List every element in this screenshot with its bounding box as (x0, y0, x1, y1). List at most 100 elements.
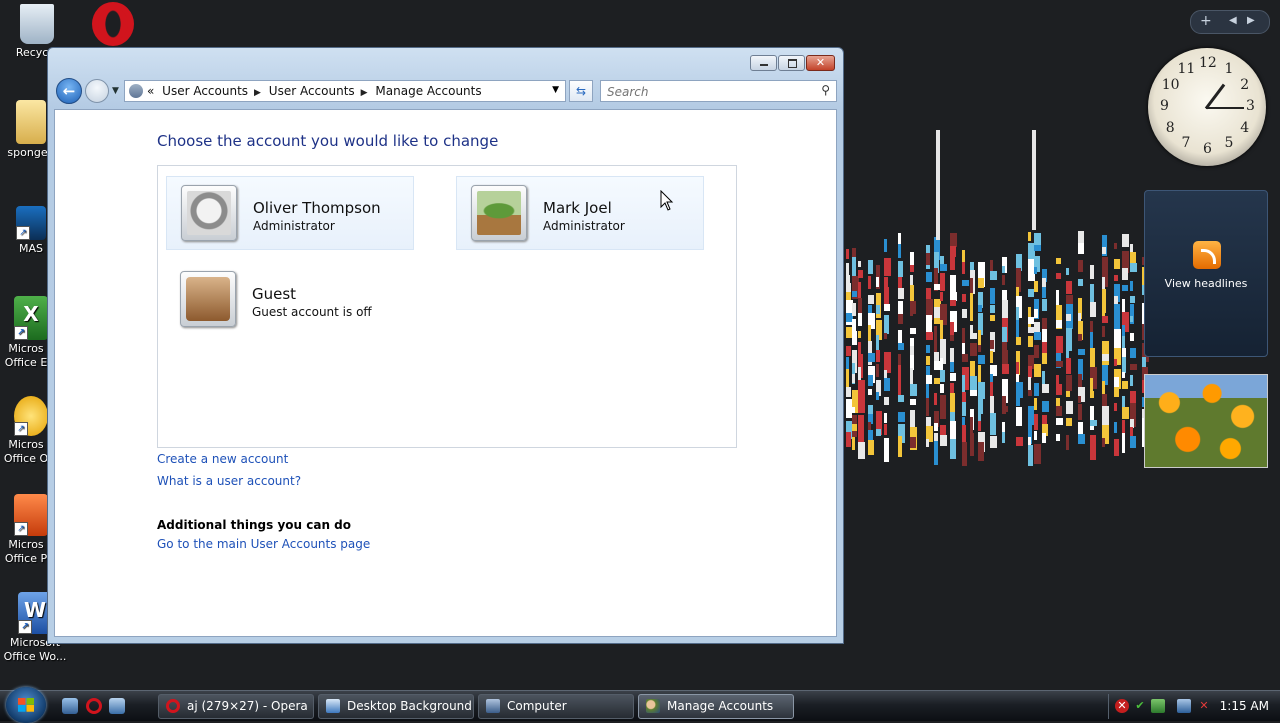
close-button[interactable]: ✕ (806, 55, 835, 71)
breadcrumb-user-accounts[interactable]: User Accounts (162, 84, 248, 98)
breadcrumb-manage-accounts[interactable]: Manage Accounts (375, 84, 481, 98)
wallpaper-stripe (1078, 404, 1082, 420)
breadcrumb-user-accounts-2[interactable]: User Accounts (269, 84, 355, 98)
wallpaper-stripe (1122, 357, 1126, 373)
wallpaper-stripe (884, 397, 889, 405)
breadcrumb-separator-icon[interactable]: ▶ (254, 88, 261, 98)
volume-muted-icon[interactable]: ✕ (1197, 699, 1211, 713)
breadcrumb-separator-icon[interactable]: ▶ (361, 88, 368, 98)
accounts-list: Oliver Thompson Administrator Mark Joel … (157, 165, 737, 448)
task-computer[interactable]: Computer (478, 694, 634, 719)
wallpaper-stripe (1056, 273, 1061, 279)
program-icon[interactable] (1151, 699, 1165, 713)
taskbar-clock[interactable]: 1:15 AM (1220, 699, 1269, 713)
wallpaper-stripe (962, 280, 969, 286)
task-manage-accounts[interactable]: Manage Accounts (638, 694, 794, 719)
start-button[interactable] (6, 687, 46, 723)
switch-windows-icon[interactable] (109, 698, 125, 714)
task-label: Desktop Background (347, 699, 472, 713)
shortcut-icon: ↗ (16, 206, 46, 240)
search-icon[interactable]: ⚲ (821, 83, 830, 97)
what-is-account-link[interactable]: What is a user account? (157, 474, 301, 488)
clock-numeral: 7 (1181, 135, 1191, 152)
account-picture (181, 185, 237, 241)
show-desktop-icon[interactable] (62, 698, 78, 714)
wallpaper-stripe (926, 345, 930, 353)
taskbar: aj (279×27) - Opera Desktop Background C… (0, 687, 1280, 723)
wallpaper-stripe (970, 376, 977, 390)
network-icon[interactable] (1177, 699, 1191, 713)
breadcrumb-overflow-chevron[interactable]: « (147, 84, 154, 98)
address-bar[interactable]: « User Accounts ▶ User Accounts ▶ Manage A… (124, 80, 566, 102)
wallpaper-stripe (852, 437, 855, 450)
security-alert-icon[interactable]: ✕ (1115, 699, 1129, 713)
forward-button[interactable] (85, 79, 109, 103)
wallpaper-stripe (898, 288, 904, 299)
wallpaper-stripe (876, 277, 879, 287)
wallpaper-stripe (934, 393, 937, 405)
wallpaper-stripe (1130, 333, 1134, 341)
next-icon[interactable]: ▶ (1247, 15, 1255, 26)
wallpaper-stripe (1034, 281, 1038, 292)
task-opera[interactable]: aj (279×27) - Opera (158, 694, 314, 719)
wallpaper-stripe (990, 436, 997, 448)
wallpaper-stripe (1122, 268, 1128, 280)
wallpaper-stripe (962, 294, 966, 302)
wallpaper-stripe (884, 266, 889, 275)
opera-icon (166, 699, 180, 713)
refresh-button[interactable]: ⇆ (569, 80, 593, 102)
task-desktop-background[interactable]: Desktop Background (318, 694, 474, 719)
account-tile-guest[interactable]: Guest Guest account is off (166, 263, 414, 337)
powerpoint-icon: ↗ (14, 494, 48, 536)
maximize-button[interactable] (778, 55, 805, 71)
task-label: aj (279×27) - Opera (187, 699, 308, 713)
sidebar-controls[interactable]: + ◀ ▶ (1190, 10, 1270, 34)
account-picture (180, 271, 236, 327)
wallpaper-stripe (1114, 403, 1117, 411)
desktop-icon-opera[interactable] (78, 2, 148, 48)
create-account-link[interactable]: Create a new account (157, 452, 288, 466)
slideshow-gadget[interactable] (1144, 374, 1268, 468)
wallpaper-stripe (1078, 279, 1083, 286)
wallpaper-stripe (950, 256, 955, 270)
clock-gadget[interactable]: 12 1 2 3 4 5 6 7 8 9 10 11 (1148, 48, 1266, 166)
minimize-button[interactable] (750, 55, 777, 71)
feed-headlines-gadget[interactable]: View headlines (1144, 190, 1268, 357)
briefcase-avatar-icon (186, 277, 230, 321)
wallpaper-stripe (1130, 316, 1133, 322)
maximize-icon (788, 59, 797, 68)
account-tile-mark-joel[interactable]: Mark Joel Administrator (456, 176, 704, 250)
wallpaper-stripe (940, 370, 945, 382)
search-input[interactable] (605, 83, 809, 101)
wallpaper-stripe (1114, 259, 1120, 269)
account-name: Guest (252, 285, 297, 303)
main-user-accounts-link[interactable]: Go to the main User Accounts page (157, 537, 370, 551)
recent-pages-dropdown[interactable]: ▼ (112, 86, 119, 96)
wallpaper-stripe (1130, 348, 1136, 358)
wallpaper-stripe (1130, 375, 1133, 386)
wallpaper-stripe (846, 409, 851, 416)
back-button[interactable]: ← (56, 78, 82, 104)
previous-icon[interactable]: ◀ (1229, 15, 1237, 26)
wallpaper-stripe (1078, 334, 1082, 341)
view-headlines-label[interactable]: View headlines (1145, 277, 1267, 290)
wallpaper-stripe (846, 249, 849, 259)
recycle-bin-icon (20, 4, 54, 44)
clock-numeral: 11 (1177, 60, 1196, 77)
wallpaper-stripe (1090, 348, 1095, 369)
wallpaper-stripe (910, 265, 914, 272)
add-gadget-icon[interactable]: + (1200, 13, 1212, 29)
clock-numeral: 6 (1203, 141, 1212, 157)
wallpaper-stripe (950, 421, 956, 440)
wallpaper-stripe (858, 261, 861, 267)
checkmark-icon[interactable]: ✔ (1133, 699, 1147, 713)
wallpaper-stripe (1066, 358, 1071, 374)
wallpaper-stripe (1066, 314, 1071, 321)
account-tile-oliver-thompson[interactable]: Oliver Thompson Administrator (166, 176, 414, 250)
content-pane: Choose the account you would like to cha… (54, 109, 837, 637)
opera-icon[interactable] (86, 698, 102, 714)
wallpaper-stripe (1122, 420, 1125, 434)
address-dropdown-icon[interactable]: ▼ (552, 85, 559, 95)
search-box[interactable]: ⚲ (600, 80, 837, 102)
wallpaper-stripe (910, 310, 913, 316)
